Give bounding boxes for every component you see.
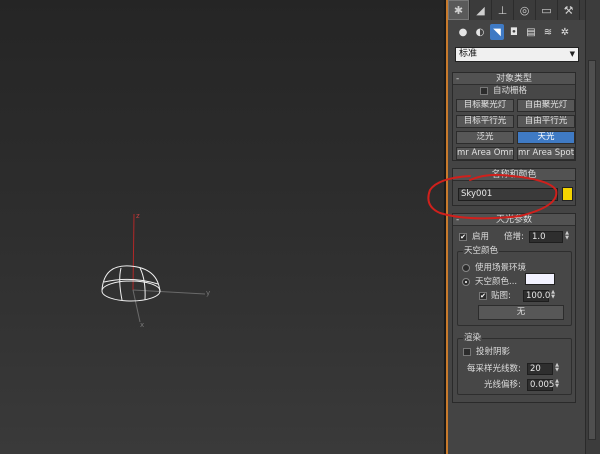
rays-per-sample-spinner[interactable]: ▲ ▼ <box>554 363 560 375</box>
geometry-category[interactable]: ● <box>456 24 470 40</box>
skylight-gizmo[interactable] <box>101 265 161 302</box>
render-group-title: 渲染 <box>463 333 483 343</box>
light-type-value: 标准 <box>459 49 478 59</box>
z-axis-label: z <box>136 212 140 220</box>
map-amount-spinner[interactable]: ▲ ▼ <box>550 290 556 302</box>
map-amount-input[interactable]: 100.0 <box>523 290 550 302</box>
use-scene-env-radio[interactable] <box>462 264 470 272</box>
map-checkbox[interactable]: ✔ <box>479 292 487 300</box>
map-label: 贴图: <box>491 291 511 301</box>
hierarchy-icon: ⊥ <box>497 3 508 17</box>
rollout-toggle: - <box>456 215 460 225</box>
map-none-button[interactable]: 无 <box>478 305 564 320</box>
motion-icon: ◎ <box>519 3 530 17</box>
light-type-dropdown[interactable]: 标准 ▼ <box>455 47 579 62</box>
shapes-category[interactable]: ◐ <box>473 24 487 40</box>
x-axis-line <box>132 289 141 323</box>
helpers-icon: ▤ <box>526 26 536 38</box>
motion-tab[interactable]: ◎ <box>514 0 536 20</box>
modify-icon: ◢ <box>476 3 485 17</box>
skylight-params-title[interactable]: - 天光参数 <box>453 214 575 226</box>
omni-button[interactable]: 泛光 <box>456 131 514 144</box>
modify-tab[interactable]: ◢ <box>470 0 492 20</box>
cameras-icon: ◘ <box>510 26 518 38</box>
free-direct-button[interactable]: 自由平行光 <box>517 115 575 128</box>
ray-bias-input[interactable]: 0.005 <box>527 379 554 391</box>
display-tab[interactable]: ▭ <box>536 0 558 20</box>
utilities-tab[interactable]: ⚒ <box>558 0 580 20</box>
rays-per-sample-input[interactable]: 20 <box>527 363 553 375</box>
utilities-icon: ⚒ <box>563 3 574 17</box>
multiplier-input[interactable]: 1.0 <box>529 231 563 243</box>
y-axis-line <box>132 289 206 295</box>
sky-color-group-title: 天空颜色 <box>463 246 500 256</box>
object-type-title[interactable]: - 对象类型 <box>453 73 575 85</box>
cast-shadows-label: 投射阴影 <box>476 347 511 357</box>
geometry-icon: ● <box>458 26 468 38</box>
target-spot-button[interactable]: 目标聚光灯 <box>456 99 514 112</box>
ray-bias-spinner[interactable]: ▲ ▼ <box>554 379 560 391</box>
rollout-toggle: - <box>456 74 460 84</box>
helpers-category[interactable]: ▤ <box>524 24 538 40</box>
chevron-down-icon: ▼ <box>569 50 575 58</box>
object-name-input[interactable]: Sky001 <box>458 188 558 201</box>
perspective-viewport[interactable]: z y x <box>0 0 444 454</box>
z-axis-line <box>132 213 135 291</box>
spacewarps-category[interactable]: ≋ <box>541 24 555 40</box>
sky-color-label: 天空颜色... <box>475 277 518 287</box>
autogrid-label: 自动栅格 <box>493 86 528 96</box>
shapes-icon: ◐ <box>475 26 485 38</box>
spacewarps-icon: ≋ <box>543 26 553 38</box>
skylight-button[interactable]: 天光 <box>517 131 575 144</box>
mr-area-omni-button[interactable]: mr Area Omni <box>456 147 514 160</box>
mr-area-spot-button[interactable]: mr Area Spot <box>517 147 575 160</box>
enabled-checkbox[interactable]: ✔ <box>459 233 467 241</box>
hierarchy-tab[interactable]: ⊥ <box>492 0 514 20</box>
rays-per-sample-label: 每采样光线数: <box>467 364 521 374</box>
sky-color-radio[interactable] <box>462 278 470 286</box>
free-spot-button[interactable]: 自由聚光灯 <box>517 99 575 112</box>
panel-scrollbar-thumb[interactable] <box>588 60 596 440</box>
systems-category[interactable]: ✲ <box>558 24 572 40</box>
object-color-swatch[interactable] <box>562 187 573 201</box>
multiplier-spinner[interactable]: ▲ ▼ <box>564 231 570 243</box>
object-type-title-text: 对象类型 <box>495 74 532 84</box>
cast-shadows-checkbox[interactable] <box>463 348 471 356</box>
use-scene-env-label: 使用场景环境 <box>475 263 527 273</box>
lights-category[interactable]: ◥ <box>490 24 504 40</box>
create-tab[interactable]: ✱ <box>448 0 470 20</box>
skylight-params-title-text: 天光参数 <box>495 215 532 225</box>
name-color-title[interactable]: 名称和颜色 <box>453 169 575 181</box>
name-color-title-text: 名称和颜色 <box>491 170 537 180</box>
sky-color-swatch[interactable] <box>525 273 555 285</box>
lights-icon: ◥ <box>493 26 501 38</box>
ray-bias-label: 光线偏移: <box>484 380 521 390</box>
viewport-scene: z y x <box>101 212 210 329</box>
enabled-label: 启用 <box>472 232 490 242</box>
cameras-category[interactable]: ◘ <box>507 24 521 40</box>
display-icon: ▭ <box>541 3 552 17</box>
command-panel-tabs: ✱ ◢ ⊥ ◎ ▭ ⚒ <box>448 0 585 20</box>
x-axis-label: x <box>140 321 144 329</box>
create-icon: ✱ <box>453 3 464 17</box>
multiplier-label: 倍增: <box>504 232 524 242</box>
systems-icon: ✲ <box>560 26 570 38</box>
y-axis-label: y <box>206 289 210 297</box>
create-category-bar: ● ◐ ◥ ◘ ▤ ≋ ✲ <box>456 24 576 42</box>
target-direct-button[interactable]: 目标平行光 <box>456 115 514 128</box>
autogrid-checkbox[interactable] <box>480 87 488 95</box>
